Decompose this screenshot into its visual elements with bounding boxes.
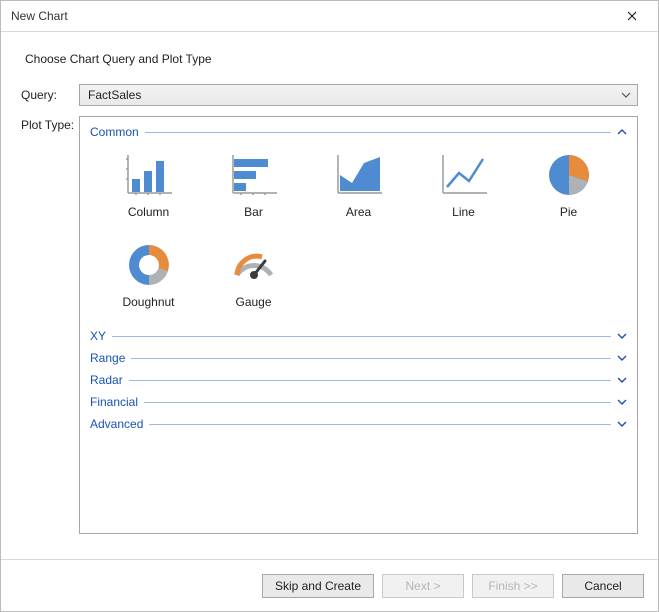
chart-option-line[interactable]: Line: [411, 151, 516, 219]
titlebar: New Chart: [1, 1, 658, 32]
chevron-up-icon: [611, 129, 627, 135]
section-range-title: Range: [90, 351, 131, 365]
plot-type-panel: Common: [79, 116, 638, 534]
section-common-title: Common: [90, 125, 145, 139]
section-financial-header[interactable]: Financial: [90, 393, 627, 411]
finish-button: Finish >>: [472, 574, 554, 598]
chart-option-label: Pie: [560, 205, 577, 219]
section-advanced-title: Advanced: [90, 417, 149, 431]
line-chart-icon: [438, 151, 490, 199]
chart-option-label: Gauge: [235, 295, 271, 309]
chart-option-gauge[interactable]: Gauge: [201, 241, 306, 309]
plot-type-label: Plot Type:: [21, 116, 79, 132]
chevron-down-icon: [621, 92, 631, 98]
section-range-header[interactable]: Range: [90, 349, 627, 367]
page-heading: Choose Chart Query and Plot Type: [25, 52, 638, 66]
bar-chart-icon: [228, 151, 280, 199]
section-xy-header[interactable]: XY: [90, 327, 627, 345]
chart-option-label: Column: [128, 205, 169, 219]
query-select[interactable]: FactSales: [79, 84, 638, 106]
close-icon: [627, 11, 637, 21]
doughnut-chart-icon: [123, 241, 175, 289]
next-button: Next >: [382, 574, 464, 598]
close-button[interactable]: [609, 2, 654, 31]
dialog-content: Choose Chart Query and Plot Type Query: …: [1, 32, 658, 554]
chart-option-label: Line: [452, 205, 475, 219]
section-radar-header[interactable]: Radar: [90, 371, 627, 389]
column-chart-icon: [123, 151, 175, 199]
common-chart-grid: Column: [90, 141, 627, 309]
chart-option-column[interactable]: Column: [96, 151, 201, 219]
chevron-down-icon: [611, 377, 627, 383]
skip-and-create-button[interactable]: Skip and Create: [262, 574, 374, 598]
section-common-header[interactable]: Common: [90, 123, 627, 141]
pie-chart-icon: [543, 151, 595, 199]
section-radar-title: Radar: [90, 373, 129, 387]
chart-option-label: Bar: [244, 205, 263, 219]
chart-option-label: Area: [346, 205, 371, 219]
query-label: Query:: [21, 88, 79, 102]
chart-option-doughnut[interactable]: Doughnut: [96, 241, 201, 309]
section-financial-title: Financial: [90, 395, 144, 409]
chevron-down-icon: [611, 355, 627, 361]
area-chart-icon: [333, 151, 385, 199]
query-selected-value: FactSales: [88, 88, 141, 102]
dialog-footer: Skip and Create Next > Finish >> Cancel: [1, 559, 658, 611]
chevron-down-icon: [611, 421, 627, 427]
chart-option-label: Doughnut: [122, 295, 174, 309]
chart-option-bar[interactable]: Bar: [201, 151, 306, 219]
query-row: Query: FactSales: [21, 84, 638, 106]
chevron-down-icon: [611, 333, 627, 339]
chart-option-pie[interactable]: Pie: [516, 151, 621, 219]
section-advanced-header[interactable]: Advanced: [90, 415, 627, 433]
chevron-down-icon: [611, 399, 627, 405]
section-xy-title: XY: [90, 329, 112, 343]
cancel-button[interactable]: Cancel: [562, 574, 644, 598]
gauge-chart-icon: [228, 241, 280, 289]
plot-type-row: Plot Type: Common: [21, 116, 638, 534]
chart-option-area[interactable]: Area: [306, 151, 411, 219]
window-title: New Chart: [11, 9, 609, 23]
